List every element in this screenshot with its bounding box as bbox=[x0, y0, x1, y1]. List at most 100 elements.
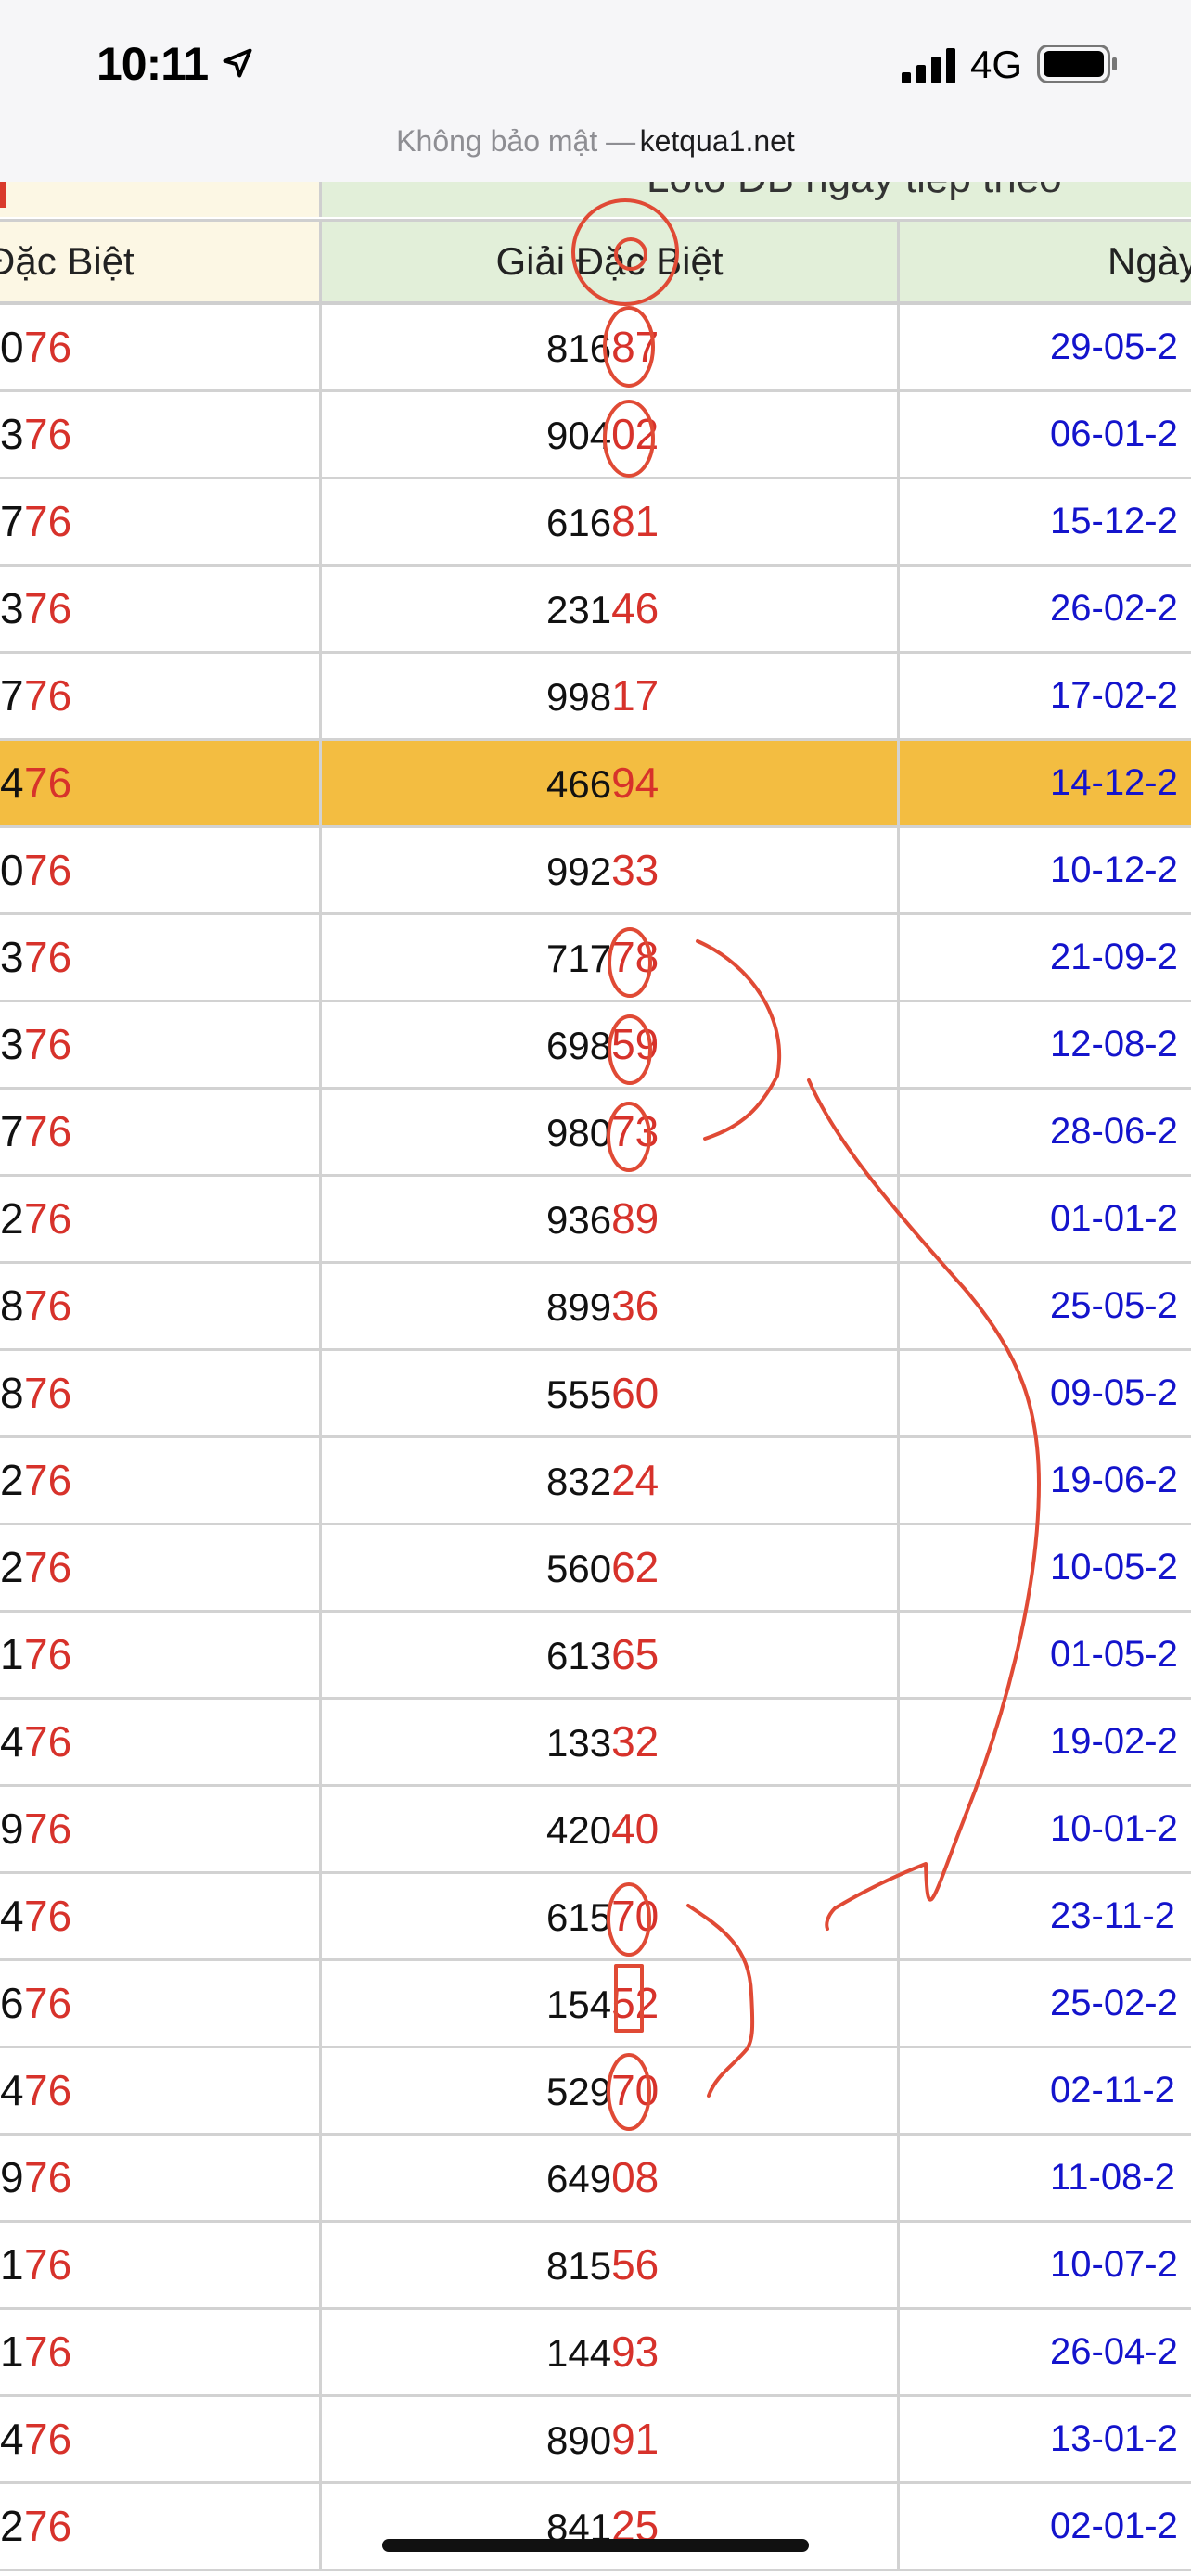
table-row: 4 76 52970 02-11-2 bbox=[0, 2048, 1191, 2136]
date-cell[interactable]: 13-01-2 bbox=[900, 2397, 1191, 2481]
date-link[interactable]: 26-02-2 bbox=[1050, 567, 1178, 651]
prize-last-two: 17 bbox=[611, 671, 660, 720]
special-suffix: 76 bbox=[24, 1804, 72, 1853]
date-cell[interactable]: 10-05-2 bbox=[900, 1525, 1191, 1610]
table-row: 2 76 84125 02-01-2 bbox=[0, 2484, 1191, 2571]
prize-prefix: 144 bbox=[546, 2331, 612, 2375]
special-cell: 4 76 bbox=[0, 1700, 322, 1784]
top-header-text: Loto ĐB ngày tiếp theo bbox=[647, 182, 1062, 202]
date-cell[interactable]: 09-05-2 bbox=[900, 1351, 1191, 1435]
date-link[interactable]: 25-02-2 bbox=[1050, 1961, 1178, 2046]
special-suffix: 76 bbox=[24, 1107, 72, 1155]
prize-last-two: 89 bbox=[611, 1194, 660, 1243]
prize-cell: 56062 bbox=[322, 1525, 900, 1610]
date-link[interactable]: 06-01-2 bbox=[1050, 392, 1178, 477]
date-link[interactable]: 19-02-2 bbox=[1050, 1700, 1178, 1784]
home-indicator[interactable] bbox=[382, 2539, 809, 2552]
date-link[interactable]: 10-12-2 bbox=[1050, 828, 1178, 912]
date-link[interactable]: 10-07-2 bbox=[1050, 2223, 1178, 2307]
red-mark bbox=[0, 182, 6, 208]
prize-prefix: 420 bbox=[546, 1808, 612, 1852]
address-bar[interactable]: Không bảo mật — ketqua1.net bbox=[0, 111, 1191, 183]
special-suffix: 76 bbox=[24, 759, 72, 807]
date-cell[interactable]: 25-02-2 bbox=[900, 1961, 1191, 2046]
date-cell[interactable]: 28-06-2 bbox=[900, 1090, 1191, 1174]
prize-cell: 46694 bbox=[322, 741, 900, 825]
special-suffix: 76 bbox=[24, 2327, 72, 2376]
date-link[interactable]: 09-05-2 bbox=[1050, 1351, 1178, 1435]
special-cell: 9 76 bbox=[0, 1787, 322, 1871]
prize-cell: 14493 bbox=[322, 2310, 900, 2394]
prize-cell: 90402 bbox=[322, 392, 900, 477]
date-link[interactable]: 28-06-2 bbox=[1050, 1090, 1178, 1174]
date-cell[interactable]: 14-12-2 bbox=[900, 741, 1191, 825]
special-prefix: 4 bbox=[0, 759, 24, 807]
table-row: 3 76 23146 26-02-2 bbox=[0, 567, 1191, 654]
special-suffix: 76 bbox=[24, 2240, 72, 2289]
prize-prefix: 555 bbox=[546, 1372, 612, 1416]
date-cell[interactable]: 12-08-2 bbox=[900, 1002, 1191, 1087]
date-cell[interactable]: 17-02-2 bbox=[900, 654, 1191, 738]
date-link[interactable]: 11-08-2 bbox=[1050, 2136, 1175, 2220]
date-link[interactable]: 23-11-2 bbox=[1050, 1874, 1175, 1958]
prize-prefix: 717 bbox=[546, 937, 612, 980]
prize-last-two: 24 bbox=[611, 1456, 660, 1504]
date-link[interactable]: 29-05-2 bbox=[1050, 305, 1178, 389]
date-link[interactable]: 26-04-2 bbox=[1050, 2310, 1178, 2394]
date-cell[interactable]: 01-01-2 bbox=[900, 1177, 1191, 1261]
prize-cell: 93689 bbox=[322, 1177, 900, 1261]
prize-cell: 52970 bbox=[322, 2048, 900, 2133]
special-cell: 3 76 bbox=[0, 392, 322, 477]
date-cell[interactable]: 29-05-2 bbox=[900, 305, 1191, 389]
special-prefix: 1 bbox=[0, 2240, 24, 2289]
prize-last-two: 60 bbox=[611, 1369, 660, 1417]
date-cell[interactable]: 01-05-2 bbox=[900, 1613, 1191, 1697]
date-cell[interactable]: 25-05-2 bbox=[900, 1264, 1191, 1348]
table-row: 2 76 83224 19-06-2 bbox=[0, 1438, 1191, 1525]
prize-cell: 61681 bbox=[322, 479, 900, 564]
special-suffix: 76 bbox=[24, 584, 72, 632]
prize-prefix: 529 bbox=[546, 2070, 612, 2113]
date-cell[interactable]: 10-12-2 bbox=[900, 828, 1191, 912]
date-cell[interactable]: 02-11-2 bbox=[900, 2048, 1191, 2133]
date-link[interactable]: 13-01-2 bbox=[1050, 2397, 1178, 2481]
date-cell[interactable]: 26-04-2 bbox=[900, 2310, 1191, 2394]
date-cell[interactable]: 21-09-2 bbox=[900, 915, 1191, 1000]
date-link[interactable]: 10-01-2 bbox=[1050, 1787, 1178, 1871]
prize-prefix: 815 bbox=[546, 2244, 612, 2288]
special-cell: 0 76 bbox=[0, 305, 322, 389]
date-cell[interactable]: 11-08-2 bbox=[900, 2136, 1191, 2220]
date-link[interactable]: 12-08-2 bbox=[1050, 1002, 1178, 1087]
date-link[interactable]: 25-05-2 bbox=[1050, 1264, 1178, 1348]
date-cell[interactable]: 15-12-2 bbox=[900, 479, 1191, 564]
date-cell[interactable]: 06-01-2 bbox=[900, 392, 1191, 477]
prize-last-two: 46 bbox=[611, 584, 660, 632]
special-prefix: 3 bbox=[0, 584, 24, 632]
date-link[interactable]: 10-05-2 bbox=[1050, 1525, 1178, 1610]
date-link[interactable]: 01-05-2 bbox=[1050, 1613, 1178, 1697]
date-cell[interactable]: 02-01-2 bbox=[900, 2484, 1191, 2569]
date-link[interactable]: 14-12-2 bbox=[1050, 741, 1178, 825]
date-link[interactable]: 01-01-2 bbox=[1050, 1177, 1178, 1261]
table-row: 0 76 99233 10-12-2 bbox=[0, 828, 1191, 915]
date-cell[interactable]: 10-07-2 bbox=[900, 2223, 1191, 2307]
status-time: 10:11 bbox=[96, 38, 209, 90]
date-link[interactable]: 02-01-2 bbox=[1050, 2484, 1178, 2569]
special-cell: 4 76 bbox=[0, 2397, 322, 2481]
status-bar: 10:11 4G bbox=[0, 0, 1191, 111]
date-cell[interactable]: 23-11-2 bbox=[900, 1874, 1191, 1958]
date-cell[interactable]: 19-06-2 bbox=[900, 1438, 1191, 1523]
date-cell[interactable]: 19-02-2 bbox=[900, 1700, 1191, 1784]
special-cell: 1 76 bbox=[0, 2310, 322, 2394]
table-top-header: Loto ĐB ngày tiếp theo bbox=[0, 182, 1191, 217]
special-prefix: 4 bbox=[0, 2066, 24, 2114]
date-link[interactable]: 17-02-2 bbox=[1050, 654, 1178, 738]
date-link[interactable]: 21-09-2 bbox=[1050, 915, 1178, 1000]
date-cell[interactable]: 26-02-2 bbox=[900, 567, 1191, 651]
date-link[interactable]: 15-12-2 bbox=[1050, 479, 1178, 564]
date-cell[interactable]: 10-01-2 bbox=[900, 1787, 1191, 1871]
date-link[interactable]: 19-06-2 bbox=[1050, 1438, 1178, 1523]
table-row: 3 76 69859 12-08-2 bbox=[0, 1002, 1191, 1090]
date-link[interactable]: 02-11-2 bbox=[1050, 2048, 1175, 2133]
header-date: Ngày bbox=[900, 222, 1191, 301]
